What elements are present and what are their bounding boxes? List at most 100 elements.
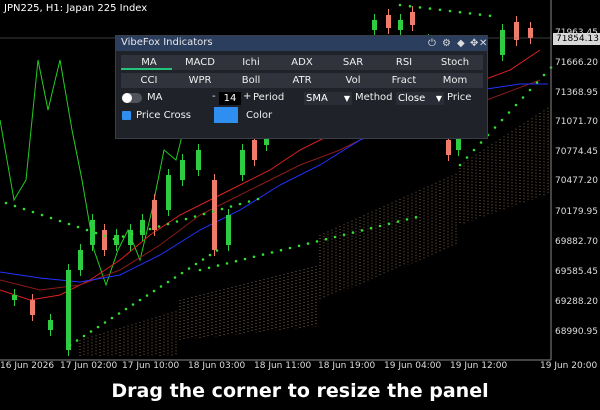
sar-dot — [418, 6, 422, 9]
candle-body — [30, 300, 35, 315]
candle-body — [78, 250, 83, 270]
time-axis-label: 16 Jun 2026 — [0, 361, 55, 371]
candle-body — [196, 150, 201, 170]
sar-dot — [468, 12, 472, 15]
sar-dot — [187, 267, 191, 270]
tab-sar[interactable]: SAR — [325, 55, 381, 70]
method-select[interactable]: SMA ▼ — [304, 92, 352, 105]
sar-dot — [152, 289, 156, 293]
sar-dot — [229, 205, 233, 208]
sar-dot — [207, 266, 211, 270]
method-label: Method — [355, 92, 393, 103]
panel-header[interactable]: VibeFox Indicators ⏻ ⚙ ◆ ✥ ✕ — [116, 36, 487, 51]
period-input[interactable]: 14 — [219, 92, 241, 105]
chevron-down-icon: ▼ — [435, 94, 442, 103]
close-icon[interactable]: ✕ — [479, 36, 487, 51]
sar-dot — [85, 228, 89, 232]
price-cross-checkbox[interactable] — [122, 111, 131, 120]
sar-dot — [138, 298, 142, 302]
sar-dot — [139, 230, 143, 233]
candle-body — [500, 30, 505, 55]
tab-wpr[interactable]: WPR — [172, 73, 228, 88]
price-axis-label: 68990.95 — [555, 327, 598, 337]
sar-dot — [247, 200, 251, 203]
sar-dot — [387, 222, 391, 226]
move-icon[interactable]: ✥ — [470, 36, 478, 51]
price-axis-label: 71666.20 — [555, 58, 598, 68]
sar-dot — [535, 81, 539, 84]
sar-dot — [479, 141, 483, 144]
sar-dot — [198, 268, 202, 272]
sar-dot — [103, 234, 107, 238]
sar-dot — [238, 202, 242, 206]
price-select[interactable]: Close ▼ — [396, 92, 444, 105]
tab-vol[interactable]: Vol — [325, 73, 381, 88]
period-increment-button[interactable]: + — [243, 91, 251, 102]
sar-dot — [507, 111, 511, 114]
sar-dot — [180, 271, 184, 275]
tab-adx[interactable]: ADX — [274, 55, 330, 70]
candle-body — [514, 22, 519, 40]
sar-dot — [131, 303, 135, 306]
price-axis-label: 69288.20 — [555, 297, 598, 307]
sar-dot — [220, 207, 224, 211]
sar-dot — [521, 96, 525, 99]
sar-dot — [342, 233, 346, 237]
candle-body — [66, 270, 71, 350]
sar-dot — [173, 276, 177, 279]
sar-dot — [110, 316, 114, 320]
price-label: Price — [447, 92, 472, 103]
tab-ma[interactable]: MA — [121, 55, 177, 70]
method-value: SMA — [306, 93, 328, 104]
sar-dot — [193, 215, 197, 218]
panel-title: VibeFox Indicators — [121, 37, 213, 48]
tab-mom[interactable]: Mom — [427, 73, 483, 88]
color-swatch-button[interactable] — [214, 107, 238, 123]
sar-dot — [306, 242, 310, 245]
pin-icon[interactable]: ◆ — [457, 36, 465, 51]
sar-dot — [49, 216, 53, 220]
candle-body — [528, 28, 533, 38]
tab-boll[interactable]: Boll — [223, 73, 279, 88]
sar-dot — [414, 215, 418, 219]
sar-dot — [405, 218, 409, 221]
price-axis-label: 71963.45 — [555, 28, 598, 38]
sar-dot — [288, 246, 292, 250]
sar-dot — [13, 204, 17, 208]
tab-atr[interactable]: ATR — [274, 73, 330, 88]
sar-dot — [514, 103, 518, 107]
candle-body — [152, 200, 157, 230]
sar-dot — [68, 343, 72, 347]
sar-dot — [103, 321, 107, 324]
tab-fract[interactable]: Fract — [376, 73, 432, 88]
indicators-panel[interactable]: VibeFox Indicators ⏻ ⚙ ◆ ✥ ✕ MA MACD Ich… — [115, 35, 488, 139]
tab-stoch[interactable]: Stoch — [427, 55, 483, 70]
tab-cci[interactable]: CCI — [121, 73, 177, 88]
sar-dot — [31, 210, 35, 214]
tab-ichi[interactable]: Ichi — [223, 55, 279, 70]
time-axis-label: 19 Jun 04:00 — [384, 361, 442, 371]
candle-body — [226, 215, 231, 245]
tab-macd[interactable]: MACD — [172, 55, 228, 70]
candle-body — [372, 20, 377, 30]
sar-dot — [500, 118, 504, 122]
sar-dot — [216, 264, 220, 267]
period-decrement-button[interactable]: - — [212, 91, 216, 102]
power-icon[interactable]: ⏻ — [428, 36, 436, 51]
ma-toggle[interactable] — [122, 93, 142, 103]
ichimoku-cloud — [79, 107, 549, 356]
tab-rsi[interactable]: RSI — [376, 55, 432, 70]
candle-body — [102, 230, 107, 250]
sar-dot — [369, 226, 373, 230]
settings-icon[interactable]: ⚙ — [442, 36, 451, 51]
sar-dot — [145, 294, 149, 297]
sar-dot — [333, 235, 337, 239]
sar-dot — [478, 13, 482, 16]
candle-body — [48, 320, 53, 330]
price-axis-label: 70477.20 — [555, 176, 598, 186]
price-axis-label: 69882.70 — [555, 237, 598, 247]
sar-dot — [458, 163, 462, 167]
candle-body — [386, 15, 391, 28]
sar-dot — [89, 330, 93, 333]
candle-body — [240, 150, 245, 175]
